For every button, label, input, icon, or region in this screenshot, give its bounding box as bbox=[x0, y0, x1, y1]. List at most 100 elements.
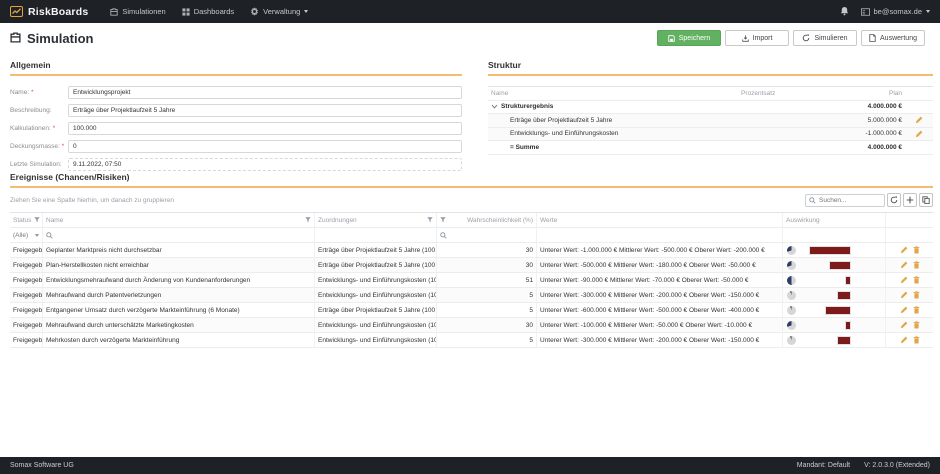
event-status: Freigegeben bbox=[10, 318, 43, 332]
field-label: Deckungsmasse: * bbox=[10, 143, 68, 150]
edit-icon[interactable] bbox=[900, 291, 908, 299]
col-wahrscheinlichkeit[interactable]: Wahrscheinlichkeit (%) bbox=[437, 213, 537, 227]
import-button[interactable]: Import bbox=[725, 30, 789, 46]
edit-icon[interactable] bbox=[900, 261, 908, 269]
form-field: Deckungsmasse: * bbox=[10, 140, 462, 153]
wahrscheinlichkeit-filter-input[interactable] bbox=[437, 228, 537, 242]
user-menu[interactable]: be@somax.de bbox=[861, 7, 930, 16]
event-row[interactable]: Freigegeben Entwicklungsmehraufwand durc… bbox=[10, 273, 933, 288]
zuordnungen-filter-input[interactable] bbox=[315, 228, 437, 242]
event-status: Freigegeben bbox=[10, 258, 43, 272]
nav-label: Simulationen bbox=[122, 7, 165, 16]
event-probability: 30 bbox=[437, 258, 537, 272]
event-zuordnung: Entwicklungs- und Einführungskosten (100… bbox=[315, 333, 437, 347]
document-icon bbox=[869, 34, 876, 42]
user-email: be@somax.de bbox=[874, 7, 922, 16]
struktur-row[interactable]: Entwicklungs- und Einführungskosten -1.0… bbox=[488, 128, 933, 142]
delete-icon[interactable] bbox=[913, 321, 920, 329]
id-card-icon bbox=[861, 8, 870, 16]
event-row[interactable]: Freigegeben Entgangener Umsatz durch ver… bbox=[10, 303, 933, 318]
title-bar: Simulation Speichern Import Simulieren A… bbox=[0, 23, 940, 53]
delete-icon[interactable] bbox=[913, 246, 920, 254]
field-input[interactable] bbox=[68, 122, 462, 135]
field-input[interactable] bbox=[68, 158, 462, 171]
field-input[interactable] bbox=[68, 86, 462, 99]
search-icon bbox=[809, 197, 816, 204]
struktur-col-prozentsatz[interactable]: Prozentsatz bbox=[738, 90, 794, 97]
col-status[interactable]: Status bbox=[10, 213, 43, 227]
delete-icon[interactable] bbox=[913, 291, 920, 299]
gear-icon bbox=[250, 7, 259, 16]
event-row[interactable]: Freigegeben Plan-Herstellkosten nicht er… bbox=[10, 258, 933, 273]
search-box[interactable] bbox=[805, 194, 885, 207]
bell-icon[interactable] bbox=[840, 3, 849, 21]
evaluation-button[interactable]: Auswertung bbox=[861, 30, 925, 46]
brand[interactable]: RiskBoards bbox=[10, 6, 88, 18]
edit-icon[interactable] bbox=[900, 336, 908, 344]
struktur-grid-body: Strukturergebnis 4.000.000 € Erträge übe… bbox=[488, 101, 933, 155]
filter-icon bbox=[427, 217, 433, 223]
event-row[interactable]: Freigegeben Mehrkosten durch verzögerte … bbox=[10, 333, 933, 348]
col-werte[interactable]: Werte bbox=[537, 213, 783, 227]
delete-icon[interactable] bbox=[913, 276, 920, 284]
status-filter-select[interactable]: (Alle) bbox=[10, 228, 43, 242]
probability-pie-icon bbox=[787, 321, 796, 330]
nav-label: Verwaltung bbox=[263, 7, 300, 16]
event-status: Freigegeben bbox=[10, 243, 43, 257]
field-label: Name: * bbox=[10, 89, 68, 96]
nav-item-dashboards[interactable]: Dashboards bbox=[182, 7, 234, 16]
name-filter-input[interactable] bbox=[43, 228, 315, 242]
riskboards-logo-icon bbox=[10, 6, 23, 17]
events-grid-body: Freigegeben Geplanter Marktpreis nicht d… bbox=[10, 243, 933, 348]
chevron-down-icon[interactable] bbox=[491, 103, 498, 110]
delete-icon[interactable] bbox=[913, 336, 920, 344]
field-input[interactable] bbox=[68, 140, 462, 153]
delete-icon[interactable] bbox=[913, 306, 920, 314]
group-panel[interactable]: Ziehen Sie eine Spalte hierhin, um danac… bbox=[10, 188, 933, 212]
event-row[interactable]: Freigegeben Mehraufwand durch Patentverl… bbox=[10, 288, 933, 303]
edit-icon[interactable] bbox=[900, 276, 908, 284]
save-button[interactable]: Speichern bbox=[657, 30, 721, 46]
add-event-button[interactable] bbox=[903, 193, 917, 207]
struktur-col-plan[interactable]: Plan bbox=[794, 90, 905, 97]
impact-bar bbox=[838, 337, 850, 344]
struktur-col-name[interactable]: Name bbox=[488, 90, 738, 97]
col-name[interactable]: Name bbox=[43, 213, 315, 227]
impact-bar bbox=[846, 322, 850, 329]
edit-icon[interactable] bbox=[915, 130, 923, 138]
event-row[interactable]: Freigegeben Mehraufwand durch unterschät… bbox=[10, 318, 933, 333]
event-zuordnung: Entwicklungs- und Einführungskosten (100… bbox=[315, 318, 437, 332]
event-werte: Unterer Wert: -300.000 € Mittlerer Wert:… bbox=[537, 288, 783, 302]
grid-icon bbox=[182, 8, 190, 16]
refresh-button[interactable] bbox=[887, 193, 901, 207]
event-status: Freigegeben bbox=[10, 303, 43, 317]
event-zuordnung: Erträge über Projektlaufzeit 5 Jahre (10… bbox=[315, 258, 437, 272]
struktur-row-name: Strukturergebnis bbox=[501, 103, 553, 110]
struktur-row[interactable]: Erträge über Projektlaufzeit 5 Jahre 5.0… bbox=[488, 114, 933, 128]
form-field: Name: * bbox=[10, 86, 462, 99]
event-werte: Unterer Wert: -300.000 € Mittlerer Wert:… bbox=[537, 333, 783, 347]
col-auswirkung[interactable]: Auswirkung bbox=[783, 213, 886, 227]
copy-button[interactable] bbox=[919, 193, 933, 207]
allgemein-fields: Name: * Beschreibung: Kalkulationen: * D… bbox=[10, 86, 462, 171]
edit-icon[interactable] bbox=[915, 116, 923, 124]
nav-item-simulationen[interactable]: Simulationen bbox=[110, 7, 165, 16]
top-navbar: RiskBoards Simulationen Dashboards Verwa… bbox=[0, 0, 940, 23]
nav-item-verwaltung[interactable]: Verwaltung bbox=[250, 7, 308, 16]
simulate-button[interactable]: Simulieren bbox=[793, 30, 857, 46]
search-input[interactable] bbox=[819, 197, 881, 204]
edit-icon[interactable] bbox=[900, 306, 908, 314]
event-probability: 5 bbox=[437, 288, 537, 302]
werte-filter-input[interactable] bbox=[537, 228, 783, 242]
field-input[interactable] bbox=[68, 104, 462, 117]
event-row[interactable]: Freigegeben Geplanter Marktpreis nicht d… bbox=[10, 243, 933, 258]
struktur-row[interactable]: = Summe 4.000.000 € bbox=[488, 141, 933, 155]
struktur-row-name: Entwicklungs- und Einführungskosten bbox=[510, 130, 618, 137]
col-zuordnungen[interactable]: Zuordnungen bbox=[315, 213, 437, 227]
edit-icon[interactable] bbox=[900, 246, 908, 254]
delete-icon[interactable] bbox=[913, 261, 920, 269]
edit-icon[interactable] bbox=[900, 321, 908, 329]
event-name: Entwicklungsmehraufwand durch Änderung v… bbox=[43, 273, 315, 287]
struktur-row[interactable]: Strukturergebnis 4.000.000 € bbox=[488, 101, 933, 115]
copy-icon bbox=[922, 196, 930, 204]
